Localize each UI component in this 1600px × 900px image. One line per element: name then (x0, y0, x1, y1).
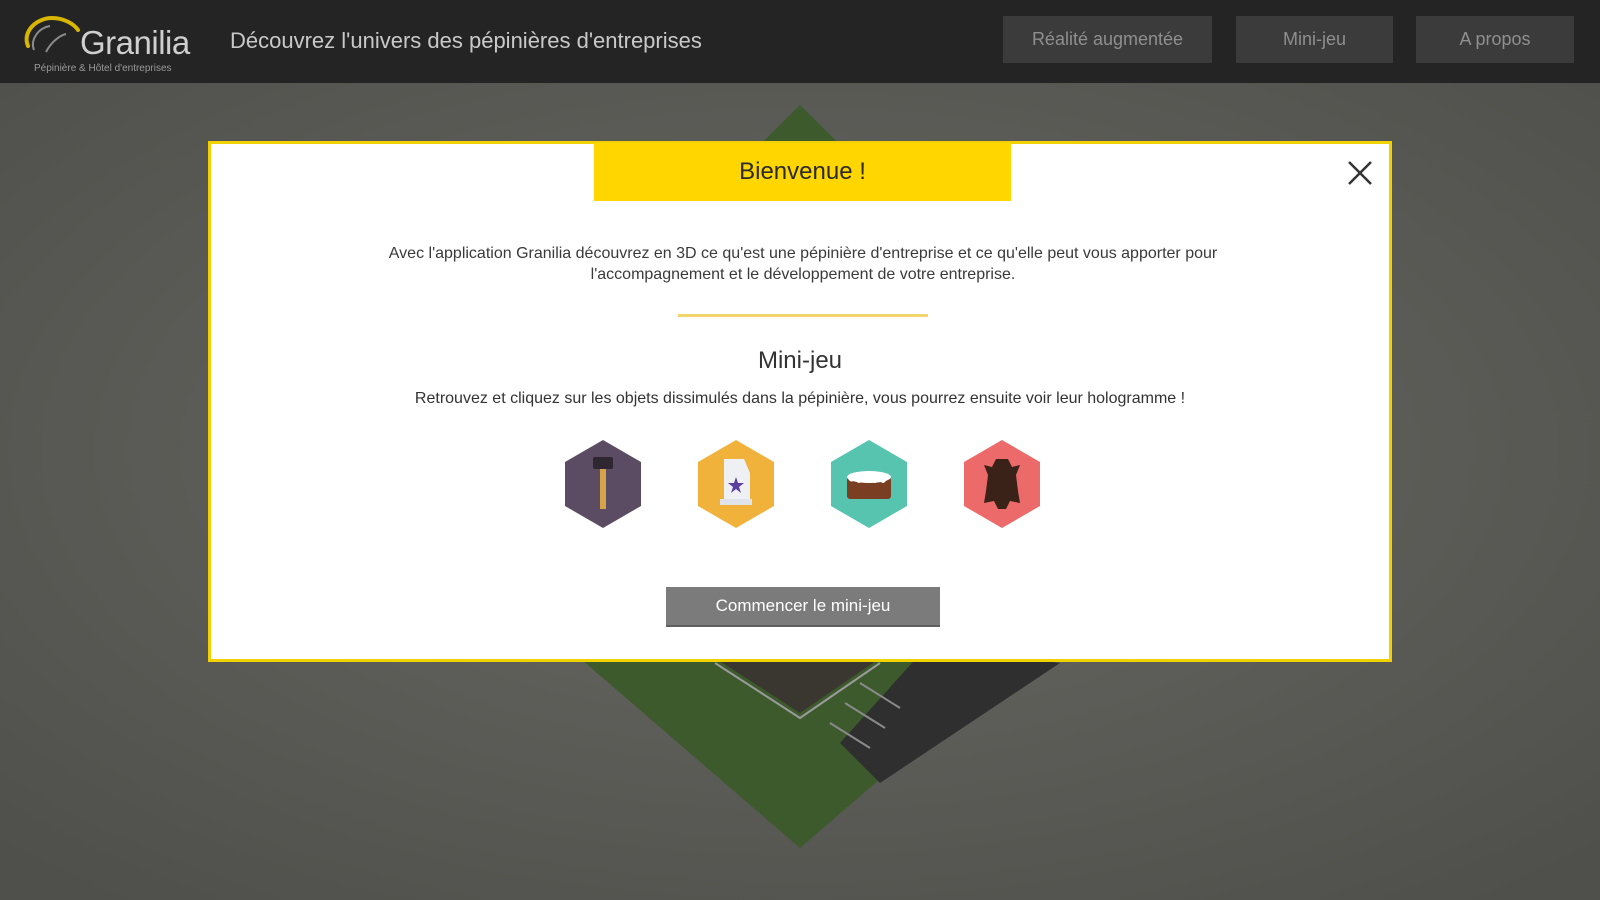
cake-icon (831, 440, 907, 528)
close-icon (1348, 161, 1372, 185)
hidden-object-leather[interactable] (962, 439, 1042, 529)
mini-game-nav-button[interactable]: Mini-jeu (1236, 16, 1393, 63)
leather-hide-icon (964, 440, 1040, 528)
mini-game-description: Retrouvez et cliquez sur les objets diss… (414, 390, 1186, 407)
logo-swoosh-icon (24, 15, 80, 53)
about-button[interactable]: A propos (1416, 16, 1574, 63)
close-button[interactable] (1345, 158, 1375, 188)
hidden-objects-list (563, 439, 1043, 529)
start-mini-game-button[interactable]: Commencer le mini-jeu (666, 587, 940, 627)
top-bar: Granilia Pépinière & Hôtel d'entreprises… (0, 0, 1600, 83)
logo-name: Granilia (80, 24, 190, 61)
granilia-logo[interactable]: Granilia Pépinière & Hôtel d'entreprises (20, 8, 200, 76)
hammer-icon (565, 440, 641, 528)
welcome-dialog: Bienvenue ! Avec l'application Granilia … (208, 141, 1392, 662)
hidden-object-cake[interactable] (829, 439, 909, 529)
mini-game-title: Mini-jeu (757, 347, 843, 374)
dialog-title: Bienvenue ! (594, 143, 1011, 201)
hidden-object-hammer[interactable] (563, 439, 643, 529)
hidden-object-trophy[interactable] (696, 439, 776, 529)
intro-text: Avec l'application Granilia découvrez en… (388, 245, 1218, 283)
trophy-icon (698, 440, 774, 528)
divider (678, 314, 928, 317)
augmented-reality-button[interactable]: Réalité augmentée (1003, 16, 1212, 63)
logo-tagline: Pépinière & Hôtel d'entreprises (34, 63, 172, 74)
page-headline: Découvrez l'univers des pépinières d'ent… (230, 28, 702, 53)
